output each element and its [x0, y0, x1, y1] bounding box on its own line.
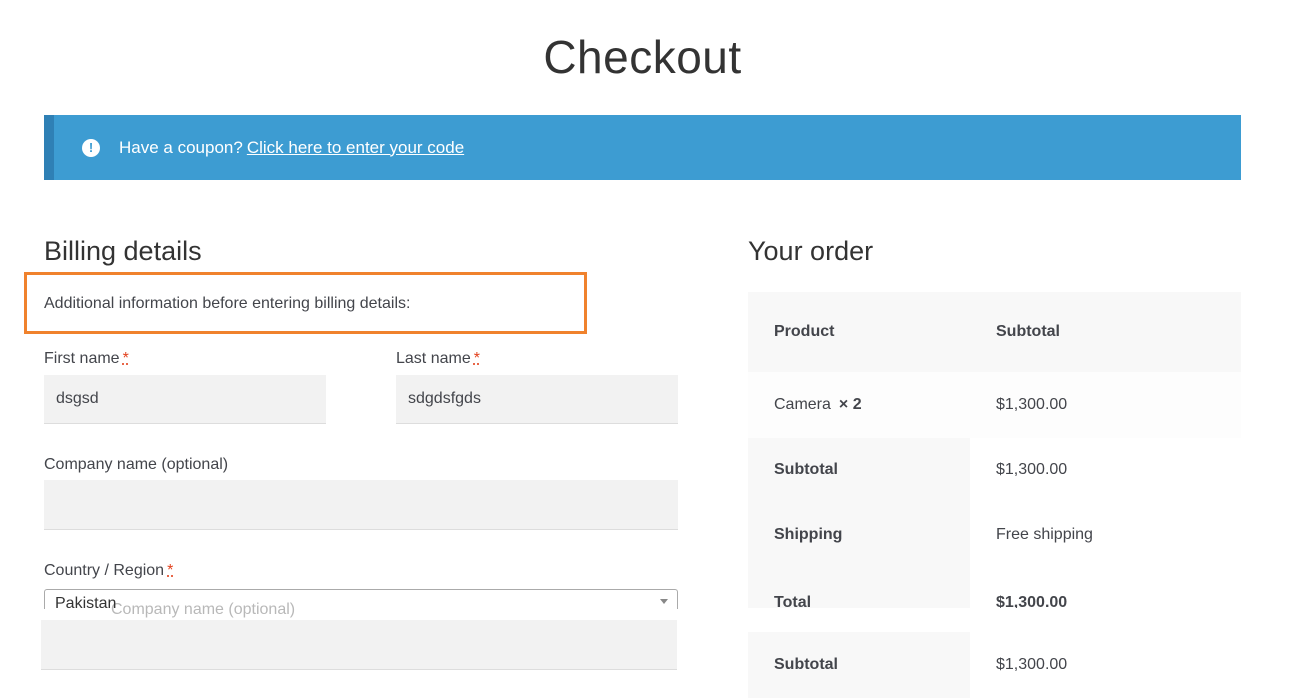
order-item-product: Camera × 2 — [748, 372, 1008, 438]
shipping-label: Shipping — [748, 502, 970, 568]
last-name-input[interactable] — [396, 375, 678, 424]
chevron-down-icon — [660, 599, 668, 604]
total-value-text: $1,300.00 — [996, 594, 1068, 608]
last-name-label: Last name * — [396, 350, 480, 368]
duplicate-subtotal-row: Subtotal $1,300.00 — [748, 632, 1241, 698]
order-item-quantity: × 2 — [838, 396, 862, 413]
header-subtotal: Subtotal — [996, 323, 1060, 340]
subtotal-label: Subtotal — [748, 438, 970, 502]
company-name-label: Company name (optional) — [44, 456, 229, 473]
ghost-company-label: Company name (optional) — [111, 601, 296, 618]
required-marker: * — [167, 562, 174, 579]
header-product: Product — [774, 323, 835, 340]
total-row: Total $1,300.00 — [748, 568, 1241, 608]
total-label-text: Total — [774, 594, 812, 608]
coupon-notice: ! Have a coupon? Click here to enter you… — [44, 115, 1241, 180]
country-label: Country / Region * — [44, 562, 173, 580]
page-title: Checkout — [543, 31, 742, 83]
order-item-total: $1,300.00 — [996, 396, 1068, 413]
first-name-input[interactable] — [44, 375, 326, 424]
company-name-input[interactable] — [44, 480, 678, 530]
your-order-heading: Your order — [748, 236, 874, 266]
subtotal-row: Subtotal $1,300.00 — [748, 438, 1241, 502]
shipping-value: Free shipping — [996, 526, 1093, 543]
country-select[interactable]: Company name (optional) Pakistan — [44, 589, 678, 618]
dup-subtotal-label: Subtotal — [748, 632, 970, 698]
dup-subtotal-value: $1,300.00 — [996, 656, 1068, 673]
billing-info-text: Additional information before entering b… — [44, 295, 411, 312]
total-label: Total — [748, 568, 970, 608]
total-value: $1,300.00 — [970, 568, 1241, 608]
first-name-label-text: First name — [44, 350, 120, 367]
order-item-row: Camera × 2 $1,300.00 — [748, 372, 1241, 438]
info-icon: ! — [82, 138, 100, 157]
country-select-value: Pakistan — [55, 595, 117, 612]
coupon-notice-text: Have a coupon? — [119, 137, 243, 157]
order-item-name: Camera — [774, 396, 831, 413]
subtotal-value: $1,300.00 — [996, 461, 1068, 478]
last-name-label-text: Last name — [396, 350, 471, 367]
country-label-text: Country / Region — [44, 562, 165, 579]
required-marker: * — [473, 350, 480, 367]
enter-coupon-link[interactable]: Click here to enter your code — [247, 138, 464, 158]
required-marker: * — [122, 350, 129, 367]
first-name-label: First name * — [44, 350, 129, 368]
shipping-row: Shipping Free shipping — [748, 502, 1241, 568]
ghost-company-input[interactable] — [41, 620, 677, 670]
billing-details-heading: Billing details — [44, 236, 202, 266]
order-table-header: Product Subtotal — [748, 292, 1241, 372]
